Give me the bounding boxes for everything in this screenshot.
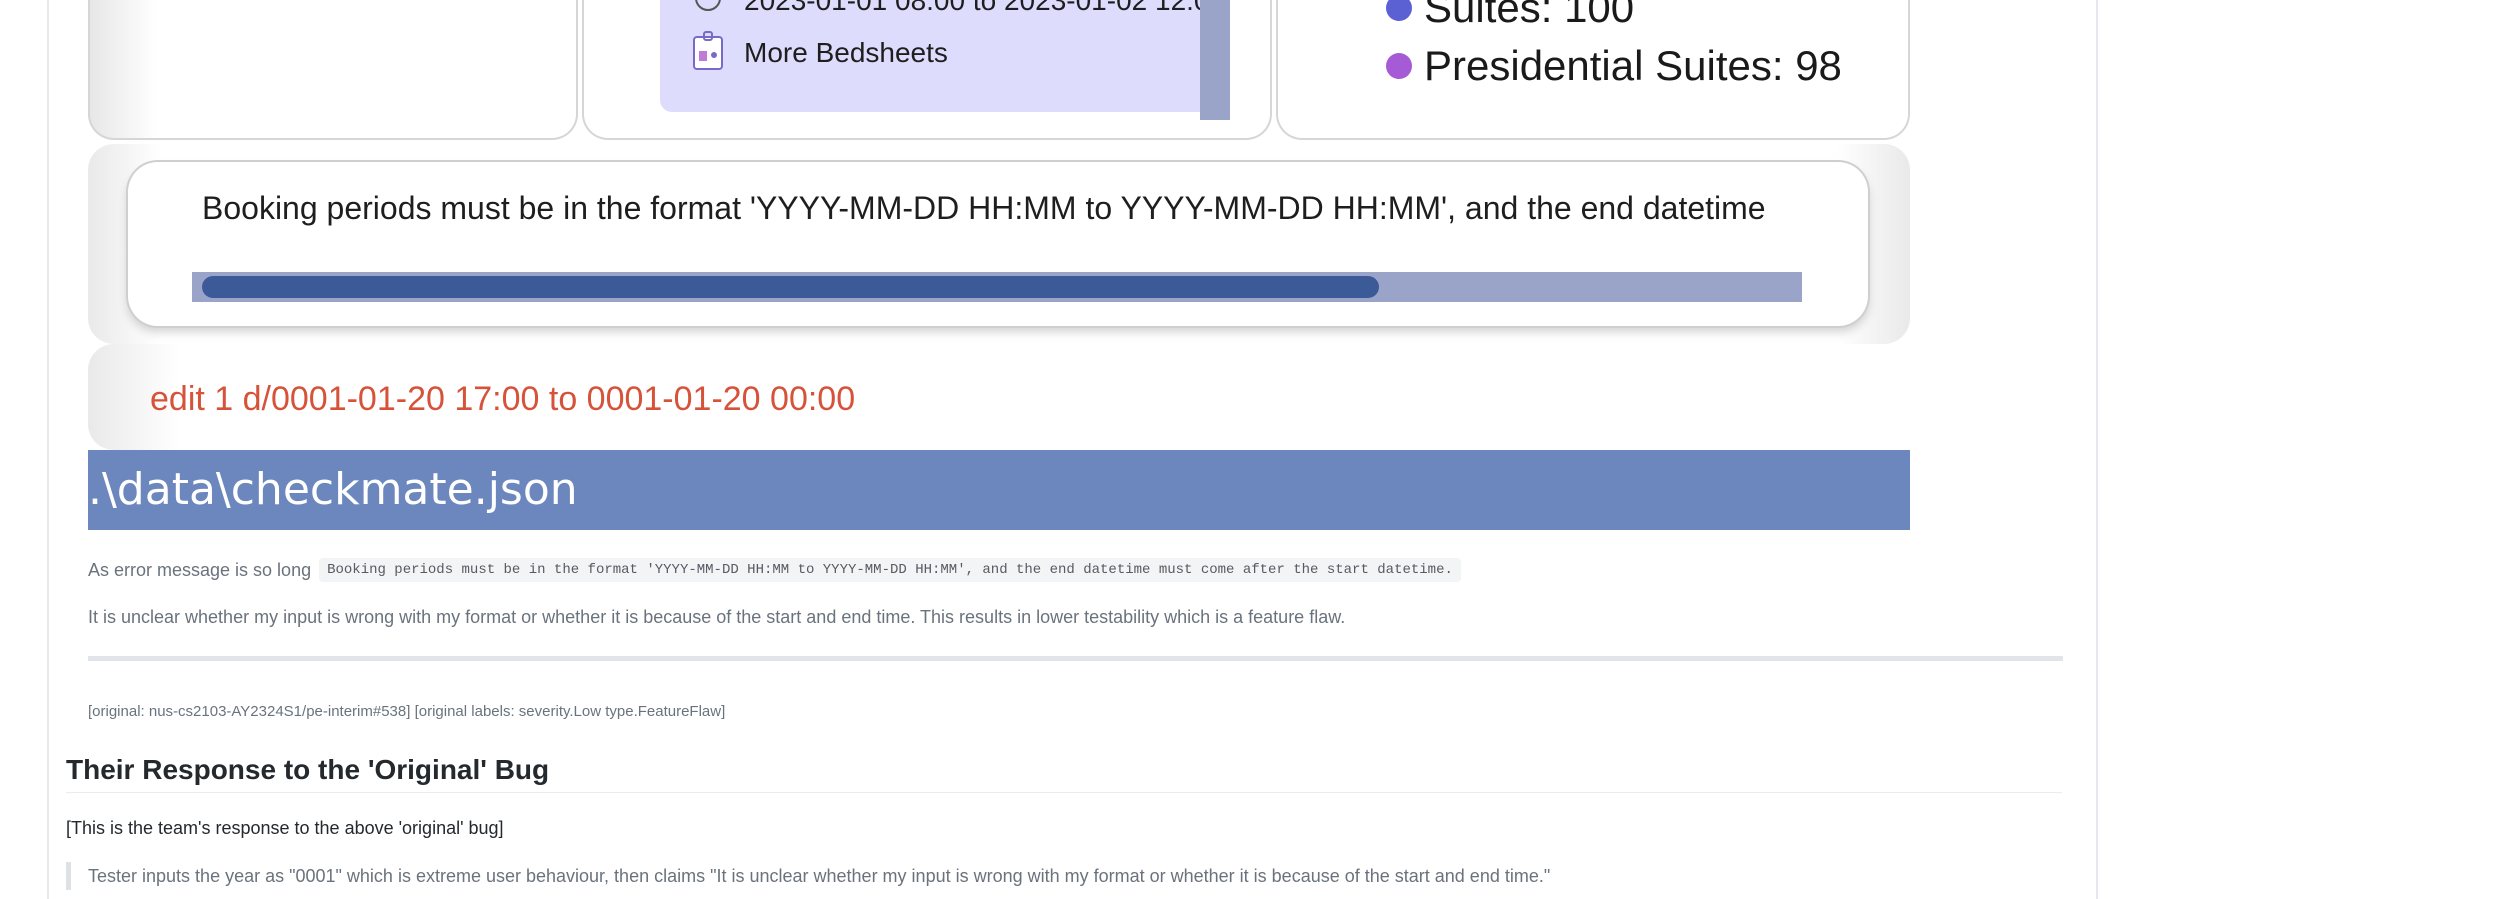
legend-dot-suites — [1386, 0, 1412, 21]
heading-underline — [66, 792, 2062, 793]
team-response-quote: Tester inputs the year as "0001" which i… — [66, 862, 1550, 890]
booking-request-row: More Bedsheets — [690, 30, 948, 72]
team-response-quote-text: Tester inputs the year as "0001" which i… — [88, 865, 1551, 886]
status-bar-path: .\data\checkmate.json — [88, 464, 578, 515]
booking-tags-panel: 2023-01-01 08:00 to 2023-01-02 12:00 Mor… — [660, 0, 1230, 120]
status-bar: .\data\checkmate.json — [88, 450, 1910, 530]
error-message-code: Booking periods must be in the format 'Y… — [319, 558, 1461, 582]
booking-period-row: 2023-01-01 08:00 to 2023-01-02 12:00 — [690, 0, 1225, 20]
legend-label-presidential-suites: Presidential Suites: 98 — [1424, 42, 1842, 89]
page-left-border — [47, 0, 49, 899]
page-right-border — [2096, 0, 2098, 899]
booking-card-left — [88, 0, 578, 140]
scrollbar-thumb[interactable] — [202, 276, 1379, 298]
error-message-text: Booking periods must be in the format 'Y… — [202, 190, 1766, 226]
result-display-container: Booking periods must be in the format 'Y… — [88, 144, 1910, 344]
legend-item-suites: Suites: 100 — [1386, 0, 1634, 32]
description-line-2: It is unclear whether my input is wrong … — [88, 607, 1346, 627]
description-line-1: As error message is so long Booking peri… — [88, 558, 1461, 582]
section-divider — [88, 656, 2063, 661]
booking-period-text: 2023-01-01 08:00 to 2023-01-02 12:00 — [744, 0, 1226, 16]
legend-label-suites: Suites: 100 — [1424, 0, 1635, 31]
result-horizontal-scrollbar[interactable] — [192, 272, 1802, 302]
command-input-text[interactable]: edit 1 d/0001-01-20 17:00 to 0001-01-20 … — [150, 380, 855, 419]
result-display-box: Booking periods must be in the format 'Y… — [128, 162, 1868, 326]
app-screenshot: 2023-01-01 08:00 to 2023-01-02 12:00 Mor… — [88, 0, 1910, 530]
booking-request-text: More Bedsheets — [744, 37, 948, 68]
command-box[interactable]: edit 1 d/0001-01-20 17:00 to 0001-01-20 … — [88, 344, 1910, 450]
legend-dot-presidential-suites — [1386, 53, 1412, 79]
badge-icon — [690, 29, 726, 78]
legend-item-presidential-suites: Presidential Suites: 98 — [1386, 42, 1842, 90]
response-heading: Their Response to the 'Original' Bug — [66, 754, 550, 785]
description-prefix: As error message is so long — [88, 559, 312, 580]
team-response-note: [This is the team's response to the abov… — [66, 818, 504, 838]
booking-card-middle: 2023-01-01 08:00 to 2023-01-02 12:00 Mor… — [582, 0, 1272, 140]
original-issue-meta: [original: nus-cs2103-AY2324S1/pe-interi… — [88, 703, 726, 720]
room-legend-card: Suites: 100 Presidential Suites: 98 — [1276, 0, 1910, 140]
tags-scrollbar[interactable] — [1200, 0, 1230, 120]
clock-icon — [690, 0, 726, 23]
